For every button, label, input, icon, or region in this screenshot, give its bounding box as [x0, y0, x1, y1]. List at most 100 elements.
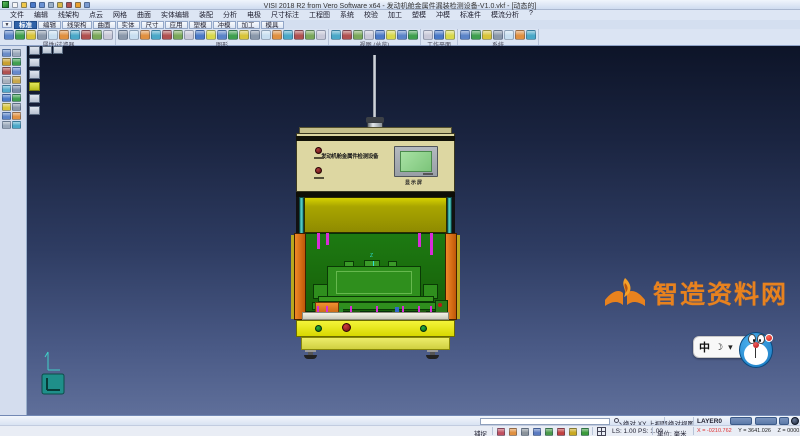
- toolbar-tab[interactable]: 编辑: [38, 21, 61, 29]
- ribbon-tool-icon[interactable]: [294, 30, 304, 40]
- ribbon-tool-icon[interactable]: [515, 30, 525, 40]
- ribbon-tool-icon[interactable]: [151, 30, 161, 40]
- toolbar-tab[interactable]: 塑模: [189, 21, 212, 29]
- menu-item[interactable]: 网格: [108, 10, 132, 20]
- left-tool-icon[interactable]: [12, 112, 21, 120]
- left-tool-icon[interactable]: [12, 67, 21, 75]
- ribbon-tool-icon[interactable]: [173, 30, 183, 40]
- ribbon-tool-icon[interactable]: [408, 30, 418, 40]
- toolbar-tab[interactable]: 尺寸: [141, 21, 164, 29]
- toolbar-tab[interactable]: 应用: [165, 21, 188, 29]
- ribbon-tool-icon[interactable]: [228, 30, 238, 40]
- layer-indicator[interactable]: LAYER0: [697, 418, 722, 425]
- viewport-top-button[interactable]: [42, 46, 52, 54]
- left-tool-icon[interactable]: [12, 85, 21, 93]
- menu-item[interactable]: 尺寸标注: [266, 10, 304, 20]
- menu-item[interactable]: 编辑: [29, 10, 53, 20]
- ribbon-tool-icon[interactable]: [445, 30, 455, 40]
- ribbon-tool-icon[interactable]: [261, 30, 271, 40]
- left-tool-icon[interactable]: [12, 103, 21, 111]
- ribbon-tool-icon[interactable]: [217, 30, 227, 40]
- ribbon-tool-icon[interactable]: [526, 30, 536, 40]
- viewport-side-button[interactable]: [29, 70, 40, 79]
- pencil-icon[interactable]: [521, 428, 529, 436]
- ribbon-tool-icon[interactable]: [342, 30, 352, 40]
- ribbon-tool-icon[interactable]: [482, 30, 492, 40]
- 3d-viewport[interactable]: 发动机舱金属件检测设备 显示屏: [27, 46, 800, 415]
- folder-icon[interactable]: [509, 428, 517, 436]
- menu-item[interactable]: 文件: [5, 10, 29, 20]
- ribbon-tool-icon[interactable]: [70, 30, 80, 40]
- hoist-icon[interactable]: [569, 428, 577, 436]
- menu-item[interactable]: 点云: [84, 10, 108, 20]
- left-tool-icon[interactable]: [2, 112, 11, 120]
- ribbon-tool-icon[interactable]: [305, 30, 315, 40]
- menu-item[interactable]: 系统: [335, 10, 359, 20]
- ribbon-tool-icon[interactable]: [92, 30, 102, 40]
- ribbon-tool-icon[interactable]: [239, 30, 249, 40]
- toolbar-tab[interactable]: 冲模: [213, 21, 236, 29]
- left-tool-icon[interactable]: [2, 76, 11, 84]
- menu-item[interactable]: 塑模: [407, 10, 431, 20]
- viewport-side-button[interactable]: [29, 94, 40, 103]
- ribbon-tool-icon[interactable]: [386, 30, 396, 40]
- ime-mode-label[interactable]: 中: [699, 339, 710, 355]
- status-search-input[interactable]: [480, 418, 610, 425]
- left-tool-icon[interactable]: [2, 58, 11, 66]
- ribbon-tool-icon[interactable]: [375, 30, 385, 40]
- menu-item[interactable]: 电极: [242, 10, 266, 20]
- toolbar-tab[interactable]: 线架构: [62, 21, 92, 29]
- view-control-button[interactable]: [779, 417, 789, 425]
- menu-item[interactable]: 实体编辑: [156, 10, 194, 20]
- ribbon-tool-icon[interactable]: [15, 30, 25, 40]
- viewport-side-button[interactable]: [29, 46, 40, 55]
- left-tool-icon[interactable]: [2, 94, 11, 102]
- ribbon-tool-icon[interactable]: [493, 30, 503, 40]
- menu-item[interactable]: ?: [524, 10, 538, 20]
- viewport-side-button[interactable]: [29, 82, 40, 91]
- ribbon-tool-icon[interactable]: [162, 30, 172, 40]
- toolbar-tab[interactable]: 标准: [14, 21, 37, 29]
- ribbon-tool-icon[interactable]: [272, 30, 282, 40]
- ribbon-tool-icon[interactable]: [353, 30, 363, 40]
- skin-icon[interactable]: ▾: [728, 342, 733, 353]
- ribbon-tool-icon[interactable]: [283, 30, 293, 40]
- ribbon-tool-icon[interactable]: [206, 30, 216, 40]
- menu-item[interactable]: 曲面: [132, 10, 156, 20]
- viewport-top-button[interactable]: [53, 46, 63, 54]
- menu-item[interactable]: 装配: [194, 10, 218, 20]
- ribbon-tool-icon[interactable]: [460, 30, 470, 40]
- tool-icon[interactable]: [557, 428, 565, 436]
- ribbon-tool-icon[interactable]: [4, 30, 14, 40]
- left-tool-icon[interactable]: [2, 85, 11, 93]
- left-tool-icon[interactable]: [12, 49, 21, 57]
- menu-item[interactable]: 分析: [218, 10, 242, 20]
- menu-item[interactable]: 加工: [383, 10, 407, 20]
- menu-item[interactable]: 线架构: [53, 10, 84, 20]
- left-tool-icon[interactable]: [12, 76, 21, 84]
- left-tool-icon[interactable]: [2, 67, 11, 75]
- ribbon-tool-icon[interactable]: [26, 30, 36, 40]
- moon-icon[interactable]: ☽: [715, 342, 723, 353]
- menu-item[interactable]: 模流分析: [486, 10, 524, 20]
- left-tool-icon[interactable]: [2, 121, 11, 129]
- ribbon-tool-icon[interactable]: [81, 30, 91, 40]
- ribbon-tool-icon[interactable]: [140, 30, 150, 40]
- ribbon-tool-icon[interactable]: [48, 30, 58, 40]
- ribbon-tool-icon[interactable]: [331, 30, 341, 40]
- viewport-side-button[interactable]: [29, 106, 40, 115]
- toolbar-tab[interactable]: 实体: [117, 21, 140, 29]
- ribbon-tool-icon[interactable]: [364, 30, 374, 40]
- ribbon-tool-icon[interactable]: [434, 30, 444, 40]
- ribbon-tool-icon[interactable]: [195, 30, 205, 40]
- person-icon[interactable]: [533, 428, 541, 436]
- toolbar-tab[interactable]: 加工: [237, 21, 260, 29]
- ribbon-tool-icon[interactable]: [129, 30, 139, 40]
- ribbon-tool-icon[interactable]: [504, 30, 514, 40]
- menu-item[interactable]: 工程图: [304, 10, 335, 20]
- ribbon-tool-icon[interactable]: [397, 30, 407, 40]
- toolbar-tab[interactable]: 曲面: [93, 21, 116, 29]
- ribbon-tool-icon[interactable]: [37, 30, 47, 40]
- ribbon-tool-icon[interactable]: [184, 30, 194, 40]
- ribbon-tool-icon[interactable]: [118, 30, 128, 40]
